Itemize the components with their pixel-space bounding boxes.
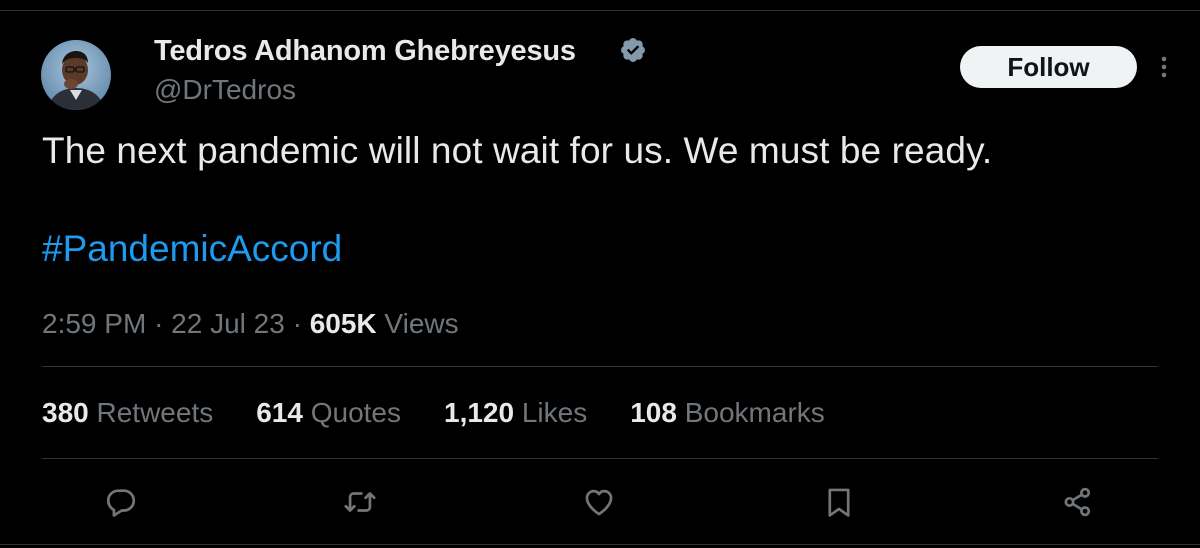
meta-separator: · <box>292 308 302 339</box>
tweet-time[interactable]: 2:59 PM <box>42 308 146 339</box>
bookmark-icon <box>828 488 850 517</box>
tweet-metadata: 2:59 PM · 22 Jul 23 · 605K Views <box>42 308 459 340</box>
stat-quotes[interactable]: 614 Quotes <box>256 397 401 429</box>
like-button[interactable] <box>581 484 617 520</box>
views-label: Views <box>384 308 459 339</box>
follow-button[interactable]: Follow <box>960 46 1137 88</box>
stat-count: 614 <box>256 397 303 428</box>
engagement-stats: 380 Retweets 614 Quotes 1,120 Likes 108 … <box>42 397 868 429</box>
more-options-icon[interactable] <box>1150 52 1178 82</box>
bookmark-button[interactable] <box>821 484 857 520</box>
avatar-image <box>41 40 111 110</box>
avatar[interactable] <box>41 40 111 110</box>
views-count: 605K <box>309 308 377 339</box>
stat-label: Retweets <box>96 397 214 428</box>
reply-button[interactable] <box>103 484 139 520</box>
divider <box>42 458 1158 459</box>
stat-likes[interactable]: 1,120 Likes <box>444 397 587 429</box>
verified-badge-icon <box>621 38 645 62</box>
share-icon <box>1064 487 1091 517</box>
stat-count: 1,120 <box>444 397 515 428</box>
retweet-icon <box>344 492 376 512</box>
stat-count: 108 <box>630 397 677 428</box>
stat-bookmarks[interactable]: 108 Bookmarks <box>630 397 825 429</box>
tweet-text: The next pandemic will not wait for us. … <box>42 130 993 171</box>
author-handle[interactable]: @DrTedros <box>154 74 296 106</box>
stat-label: Likes <box>521 397 588 428</box>
like-icon <box>585 489 613 516</box>
stat-retweets[interactable]: 380 Retweets <box>42 397 213 429</box>
share-button[interactable] <box>1060 484 1096 520</box>
bottom-divider <box>0 544 1200 545</box>
stat-count: 380 <box>42 397 89 428</box>
meta-separator: · <box>154 308 164 339</box>
divider <box>42 366 1158 367</box>
retweet-button[interactable] <box>342 484 378 520</box>
top-divider <box>0 10 1200 11</box>
hashtag-link[interactable]: #PandemicAccord <box>42 228 342 270</box>
stat-label: Bookmarks <box>684 397 825 428</box>
author-display-name[interactable]: Tedros Adhanom Ghebreyesus <box>154 35 576 68</box>
reply-icon <box>106 489 136 517</box>
tweet-date[interactable]: 22 Jul 23 <box>171 308 285 339</box>
stat-label: Quotes <box>310 397 401 428</box>
